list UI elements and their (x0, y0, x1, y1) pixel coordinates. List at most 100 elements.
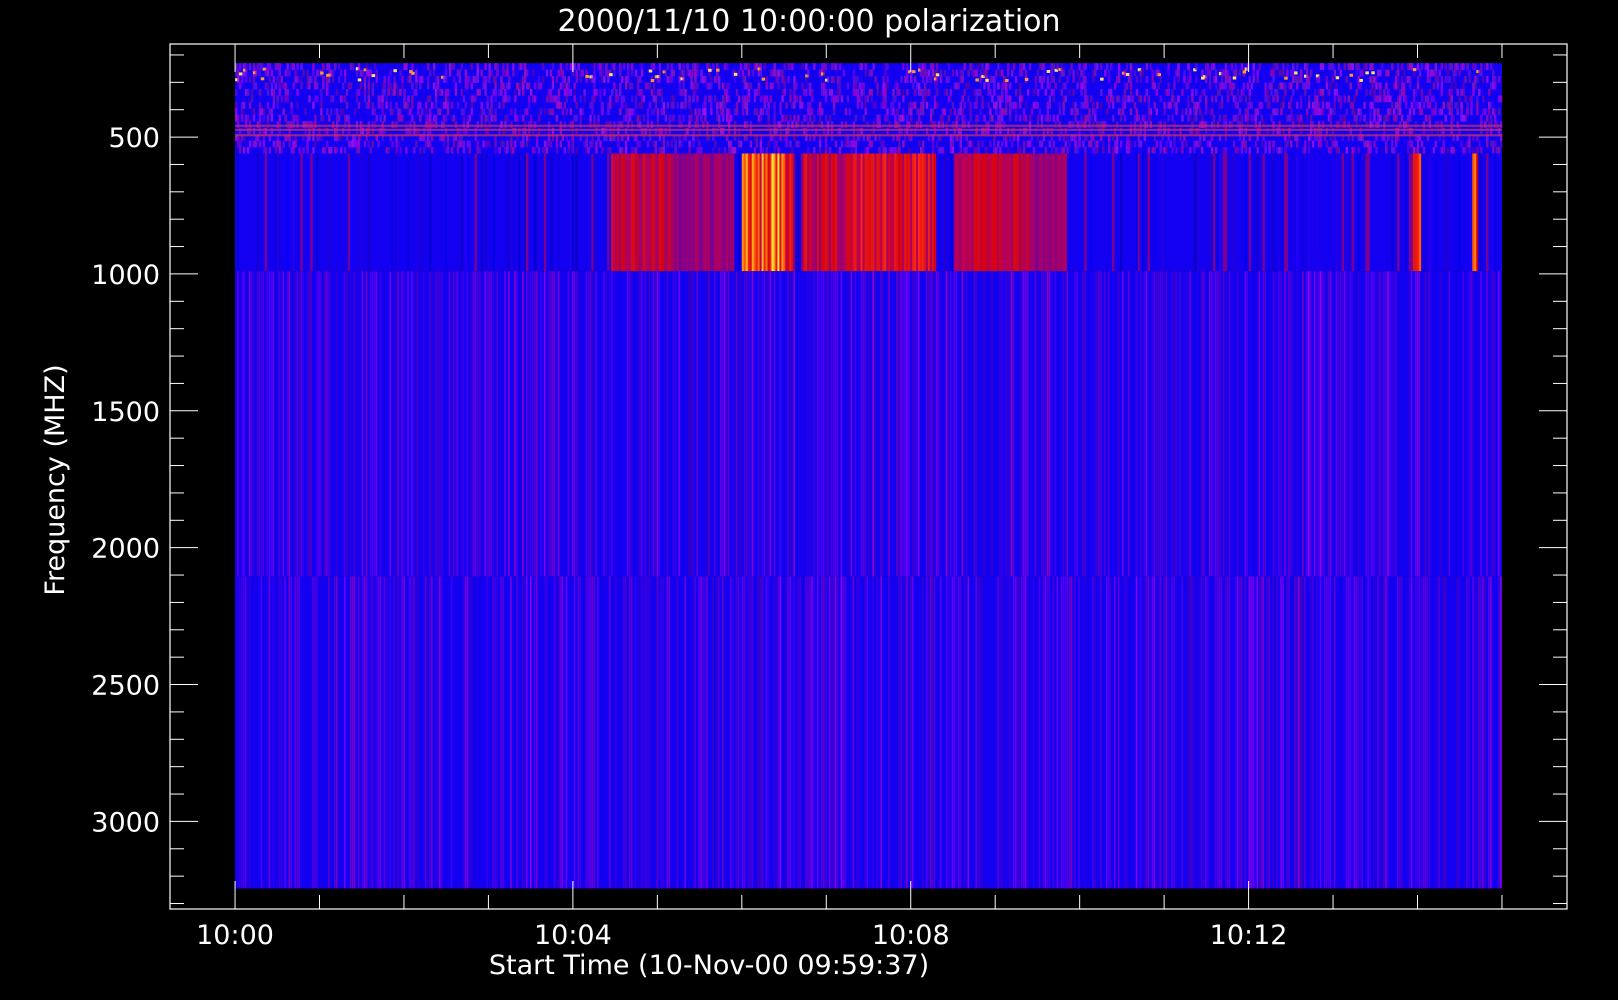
heatmap-cell (524, 121, 527, 129)
heatmap-cell (1005, 101, 1008, 109)
heatmap-cell (1007, 69, 1010, 77)
heatmap-cell (375, 69, 378, 77)
heatmap-cell (704, 101, 707, 109)
heatmap-column (1383, 576, 1385, 889)
heatmap-cell (417, 108, 420, 116)
heatmap-column (462, 576, 465, 889)
heatmap-cell (367, 140, 371, 148)
heatmap-cell (745, 101, 749, 109)
heatmap-column (434, 576, 437, 889)
heatmap-cell (1244, 95, 1247, 103)
heatmap-column (260, 576, 263, 889)
heatmap-column (1189, 576, 1191, 889)
heatmap-column (516, 576, 518, 889)
heatmap-cell (1020, 69, 1024, 77)
heatmap-cell (381, 101, 384, 109)
heatmap-cell (884, 95, 887, 103)
heatmap-column (298, 271, 300, 577)
heatmap-cell (248, 63, 252, 71)
heatmap-cell (1005, 88, 1008, 96)
heatmap-column (1205, 576, 1207, 889)
heatmap-column (450, 576, 453, 889)
heatmap-cell (1036, 88, 1040, 96)
heatmap-cell (599, 88, 602, 96)
heatmap-cell (910, 114, 913, 122)
heatmap-column (292, 153, 295, 272)
heatmap-cell (452, 140, 456, 148)
heatmap-cell (678, 63, 681, 71)
heatmap-column (690, 271, 692, 577)
heatmap-cell (1292, 121, 1295, 129)
heatmap-column (1074, 576, 1076, 889)
heatmap-cell (1195, 76, 1198, 83)
heatmap-cell (1185, 140, 1188, 148)
heatmap-column (365, 271, 368, 577)
heatmap-cell (1106, 63, 1109, 71)
heatmap-column (363, 576, 366, 889)
heatmap-column (1121, 271, 1124, 577)
heatmap-cell (1480, 69, 1483, 77)
heatmap-cell (1333, 69, 1337, 77)
heatmap-cell (1432, 82, 1436, 90)
heatmap-column (494, 576, 496, 889)
heatmap-cell (917, 114, 921, 122)
heatmap-cell (381, 121, 384, 129)
heatmap-cell (597, 114, 600, 122)
heatmap-column (1327, 271, 1330, 577)
heatmap-column (1001, 576, 1003, 889)
heatmap-cell (1498, 127, 1501, 135)
heatmap-cell (1379, 95, 1382, 103)
heatmap-column (553, 271, 556, 577)
heatmap-cell (884, 88, 887, 96)
heatmap-cell (1389, 108, 1392, 116)
heatmap-column (727, 271, 730, 577)
heatmap-cell (902, 95, 905, 103)
heatmap-cell (1133, 121, 1137, 129)
heatmap-column (1337, 271, 1340, 577)
heatmap-cell (1205, 108, 1208, 116)
heatmap-cell (1250, 101, 1253, 109)
heatmap-cell (1456, 121, 1459, 129)
heatmap-cell (1167, 88, 1170, 96)
heatmap-column (1494, 271, 1496, 577)
heatmap-cell (755, 140, 759, 148)
heatmap-column (1438, 576, 1441, 889)
heatmap-cell (1371, 101, 1374, 109)
heatmap-column (824, 271, 827, 577)
heatmap-column (1486, 153, 1489, 272)
heatmap-cell (706, 127, 709, 135)
heatmap-column (490, 271, 492, 577)
heatmap-cell (906, 127, 909, 135)
heatmap-cell (1199, 95, 1202, 103)
heatmap-column (1100, 271, 1102, 577)
heatmap-cell (935, 63, 939, 71)
heatmap-cell (892, 101, 895, 109)
heatmap-cell (337, 63, 341, 71)
heatmap-cell (502, 82, 505, 90)
heatmap-cell (664, 114, 667, 122)
heatmap-cell (603, 76, 606, 83)
heatmap-column (589, 576, 591, 889)
heatmap-cell (565, 63, 569, 71)
heatmap-cell (1337, 63, 1341, 71)
heatmap-cell (484, 88, 487, 96)
heatmap-cell (947, 63, 951, 71)
heatmap-column (335, 576, 338, 889)
heatmap-column (1260, 576, 1263, 889)
heatmap-cell (1129, 127, 1133, 135)
heatmap-column (1153, 271, 1156, 577)
heatmap-cell (864, 101, 867, 109)
heatmap-cell (838, 63, 842, 71)
heatmap-column (925, 576, 928, 889)
heatmap-cell (961, 95, 964, 103)
heatmap-cell (1159, 95, 1162, 103)
heatmap-spike (1242, 70, 1247, 74)
heatmap-column (361, 576, 364, 889)
heatmap-cell (528, 127, 531, 135)
heatmap-cell (429, 140, 432, 148)
heatmap-column (706, 576, 708, 889)
heatmap-cell (830, 88, 834, 96)
heatmap-cell (1040, 140, 1044, 148)
heatmap-cell (1494, 108, 1497, 116)
heatmap-cell (1401, 114, 1404, 122)
